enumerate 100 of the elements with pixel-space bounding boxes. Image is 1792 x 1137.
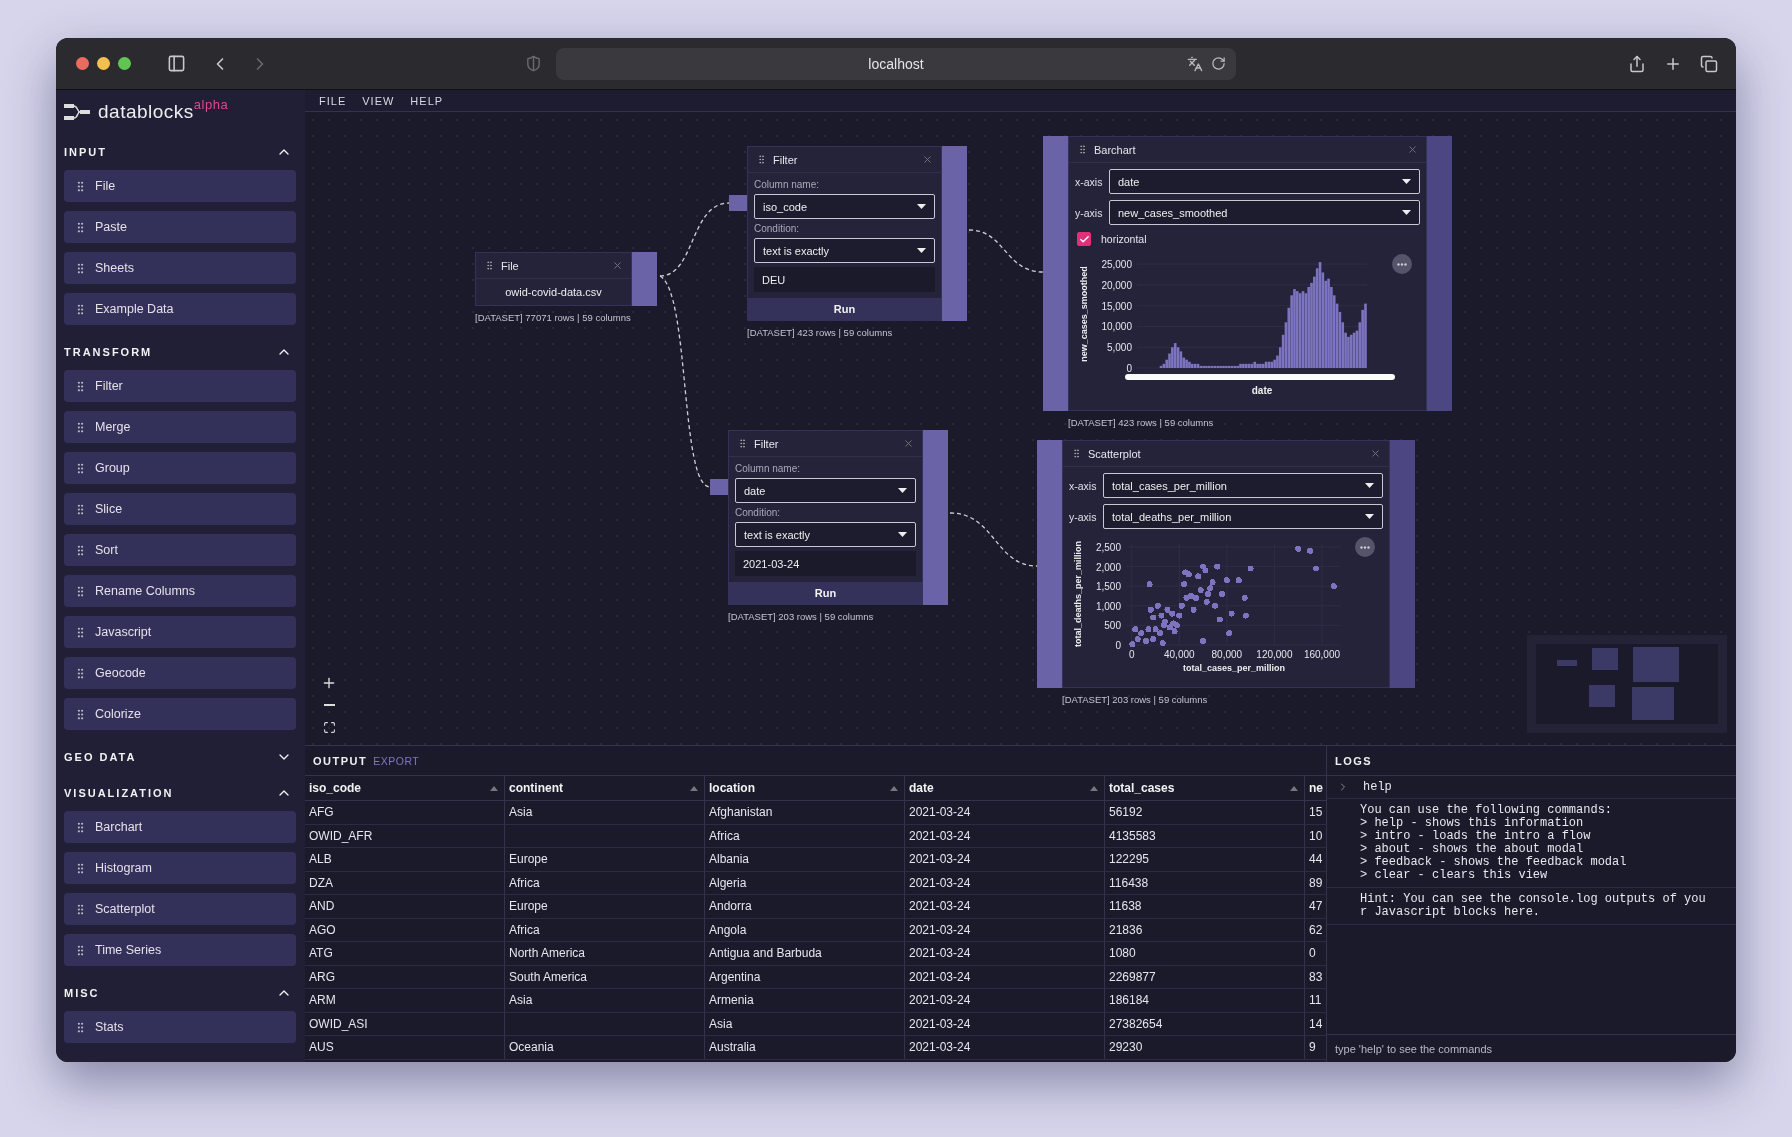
axis-tick-label: 1,000 <box>1095 600 1121 612</box>
table-cell: 2021-03-24 <box>905 1012 1105 1036</box>
table-cell: AUS <box>305 1036 505 1060</box>
table-cell: 2021-03-24 <box>905 942 1105 966</box>
table-cell: ALB <box>305 848 505 872</box>
table-cell: 1080 <box>1105 942 1305 966</box>
section-title: MISC <box>64 987 100 999</box>
node-title: Scatterplot <box>1088 447 1142 460</box>
axis-tick-label: 10,000 <box>1101 321 1132 333</box>
table-cell: Africa <box>505 871 705 895</box>
app-logo: datablocks <box>98 101 194 123</box>
axis-tick-label: 80,000 <box>1211 649 1243 660</box>
table-cell: Africa <box>705 824 905 848</box>
table-cell: Asia <box>705 1012 905 1036</box>
table-cell: Afghanistan <box>705 801 905 825</box>
version-tag: alpha <box>193 96 229 112</box>
axis-title: total_cases_per_million <box>1183 663 1285 673</box>
field-label: Condition: <box>735 507 782 518</box>
axis-tick-label: 1,500 <box>1095 581 1121 593</box>
node-title: Filter <box>754 437 780 450</box>
field-label: Column name: <box>754 179 821 190</box>
axis-tick-label: 2,000 <box>1095 561 1121 573</box>
table-cell: DZA <box>305 871 505 895</box>
axis-tick-label: 120,000 <box>1256 649 1293 660</box>
table-cell: 2021-03-24 <box>905 918 1105 942</box>
axis-tick-label: 2,500 <box>1095 541 1121 553</box>
table-cell: 2021-03-24 <box>905 895 1105 919</box>
table-cell: Europe <box>505 848 705 872</box>
table-cell: 27382654 <box>1105 1012 1305 1036</box>
table-cell: OWID_ASI <box>305 1012 505 1036</box>
table-cell: 83 <box>1305 965 1327 989</box>
table-cell: OWID_AFR <box>305 824 505 848</box>
section-title: GEO DATA <box>64 751 137 763</box>
axis-title: date <box>1251 385 1273 396</box>
table-cell: ATG <box>305 942 505 966</box>
table-cell: North America <box>505 942 705 966</box>
log-line: > intro - loads the intro a flow <box>1360 830 1592 843</box>
table-cell: AND <box>305 895 505 919</box>
log-line: > help - shows this information <box>1360 817 1585 830</box>
log-line: You can use the following commands: <box>1360 804 1614 817</box>
log-line: > clear - clears this view <box>1360 869 1549 882</box>
table-cell: 89 <box>1305 871 1327 895</box>
log-hint: Hint: You can see the console.log outputs of your Javascript blocks here. <box>1360 893 1706 919</box>
table-cell: AFG <box>305 801 505 825</box>
axis-tick-label: 5,000 <box>1106 342 1132 354</box>
table-cell: South America <box>505 965 705 989</box>
table-cell: 4135583 <box>1105 824 1305 848</box>
field-label: Column name: <box>735 463 802 474</box>
table-cell: Asia <box>505 989 705 1013</box>
table-cell: 2021-03-24 <box>905 848 1105 872</box>
table-cell: Algeria <box>705 871 905 895</box>
table-cell: ARG <box>305 965 505 989</box>
table-cell: 9 <box>1305 1036 1327 1060</box>
node-title: File <box>501 259 520 272</box>
table-cell: Argentina <box>705 965 905 989</box>
axis-tick-label: 40,000 <box>1164 649 1195 660</box>
table-cell: 47 <box>1305 895 1327 919</box>
table-cell: Asia <box>505 801 705 825</box>
axis-tick-label: 500 <box>1104 620 1121 632</box>
axis-label: x-axis <box>1069 479 1098 492</box>
log-command: help <box>1363 780 1392 794</box>
table-cell: 2021-03-24 <box>905 824 1105 848</box>
table-cell: Andorra <box>705 895 905 919</box>
section-title: INPUT <box>64 146 107 158</box>
table-cell: Albania <box>705 848 905 872</box>
table-cell: Africa <box>505 918 705 942</box>
checkbox-label: horizontal <box>1101 233 1147 245</box>
table-cell: 0 <box>1305 942 1327 966</box>
dataset-info: [DATASET] 203 rows | 59 columns <box>1062 694 1209 705</box>
table-cell: 2021-03-24 <box>905 965 1105 989</box>
table-cell: 44 <box>1305 848 1327 872</box>
axis-tick-label: 0 <box>1126 363 1132 374</box>
axis-label: x-axis <box>1075 175 1104 188</box>
axis-label: y-axis <box>1069 510 1098 523</box>
table-cell: 11 <box>1305 989 1327 1013</box>
log-line: > feedback - shows the feedback modal <box>1360 856 1628 869</box>
dataset-info: [DATASET] 203 rows | 59 columns <box>728 611 875 622</box>
dataset-info: [DATASET] 423 rows | 59 columns <box>1068 417 1215 428</box>
table-cell: 11638 <box>1105 895 1305 919</box>
file-name: owid-covid-data.csv <box>504 285 603 300</box>
table-cell: Oceania <box>505 1036 705 1060</box>
axis-tick-label: 160,000 <box>1303 649 1341 660</box>
table-cell: 10 <box>1305 824 1327 848</box>
table-cell: 21836 <box>1105 918 1305 942</box>
table-cell: Angola <box>705 918 905 942</box>
axis-tick-label: 25,000 <box>1101 259 1132 271</box>
table-cell: 56192 <box>1105 801 1305 825</box>
table-cell: 62 <box>1305 918 1327 942</box>
section-title: VISUALIZATION <box>64 787 174 799</box>
table-cell: Australia <box>705 1036 905 1060</box>
table-cell: 14 <box>1305 1012 1327 1036</box>
axis-tick-label: 0 <box>1115 640 1121 651</box>
axis-title: new_cases_smoothed <box>1079 266 1089 362</box>
section-title: TRANSFORM <box>64 346 153 358</box>
node-title: Filter <box>773 153 799 166</box>
table-cell: 2021-03-24 <box>905 989 1105 1013</box>
table-cell: AGO <box>305 918 505 942</box>
table-cell: 2021-03-24 <box>905 801 1105 825</box>
table-cell: 116438 <box>1105 871 1305 895</box>
axis-tick-label: 0 <box>1128 649 1135 660</box>
